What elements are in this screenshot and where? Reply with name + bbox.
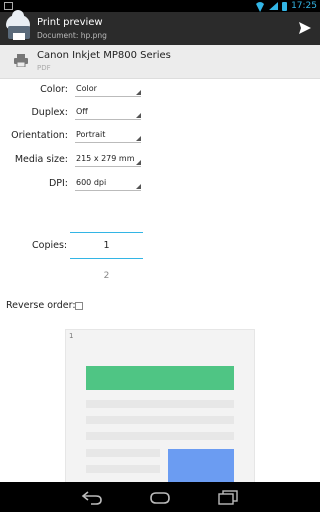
preview-line — [86, 416, 234, 424]
dpi-dropdown[interactable]: 600 dpi — [75, 177, 141, 191]
preview-line — [86, 465, 160, 473]
battery-icon — [282, 1, 288, 11]
color-label: Color: — [40, 84, 68, 95]
printer-type: PDF — [37, 64, 51, 72]
orientation-dropdown[interactable]: Portrait — [75, 129, 141, 143]
app-icon[interactable] — [6, 10, 32, 41]
status-bar: 17:25 — [0, 0, 320, 12]
printer-selector[interactable]: Canon Inkjet MP800 Series PDF — [0, 45, 320, 79]
copies-label: Copies: — [32, 240, 68, 251]
back-button[interactable] — [81, 489, 103, 505]
media-size-label: Media size: — [14, 154, 68, 165]
status-icons: 17:25 — [255, 0, 317, 12]
navigation-bar — [0, 482, 320, 512]
copies-top-line — [70, 232, 143, 233]
document-name: Document: hp.png — [37, 31, 107, 40]
send-icon — [299, 22, 311, 34]
dpi-label: DPI: — [48, 178, 68, 189]
action-bar: Print preview Document: hp.png — [0, 10, 320, 45]
home-icon — [150, 492, 170, 504]
reverse-order-label: Reverse order: — [6, 300, 76, 311]
send-button[interactable] — [298, 21, 312, 35]
status-clock: 17:25 — [291, 1, 317, 11]
copies-bottom-line — [70, 258, 143, 259]
wifi-icon — [255, 2, 265, 10]
duplex-dropdown[interactable]: Off — [75, 106, 141, 120]
preview-image-block — [168, 449, 234, 482]
signal-icon — [269, 2, 279, 10]
color-dropdown[interactable]: Color — [75, 83, 141, 97]
home-button[interactable] — [149, 489, 171, 505]
preview-line — [86, 400, 234, 408]
page-title: Print preview — [37, 17, 103, 28]
duplex-label: Duplex: — [31, 107, 68, 118]
copies-input[interactable]: 1 — [70, 240, 143, 251]
media-size-dropdown[interactable]: 215 x 279 mm — [75, 153, 141, 167]
preview-line — [86, 449, 160, 457]
preview-header-block — [86, 366, 234, 390]
printer-icon — [14, 54, 28, 67]
notification-icon — [4, 2, 13, 10]
back-icon — [81, 491, 102, 505]
printer-name: Canon Inkjet MP800 Series — [37, 50, 171, 61]
recents-button[interactable] — [217, 489, 239, 505]
copies-next-value[interactable]: 2 — [70, 271, 143, 281]
preview-line — [86, 432, 234, 440]
recents-icon — [218, 490, 238, 505]
orientation-label: Orientation: — [11, 130, 68, 141]
page-number: 1 — [69, 332, 74, 340]
reverse-order-checkbox[interactable] — [75, 302, 83, 310]
